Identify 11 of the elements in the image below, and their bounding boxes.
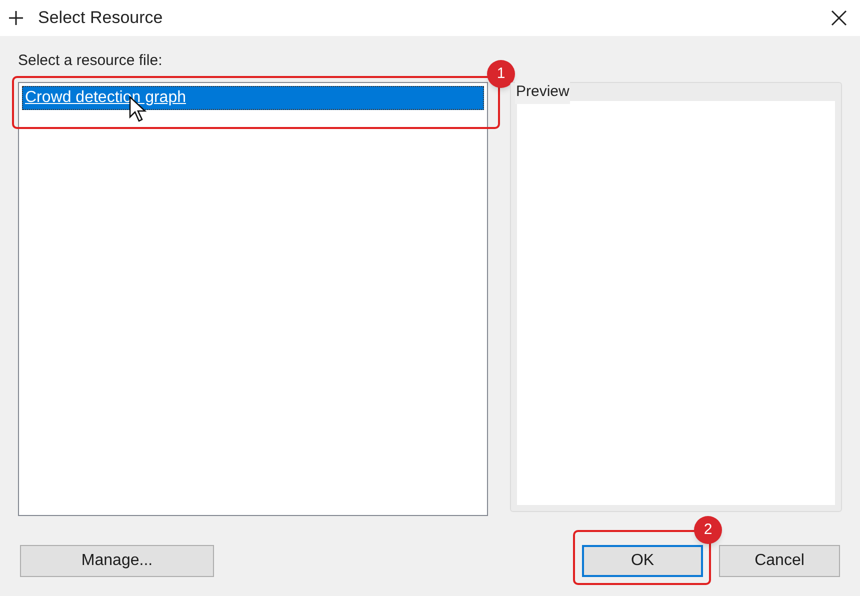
ok-button[interactable]: OK bbox=[582, 545, 703, 577]
callout-badge: 1 bbox=[487, 60, 515, 88]
window-title: Select Resource bbox=[38, 7, 163, 30]
manage-button[interactable]: Manage... bbox=[20, 545, 214, 577]
cancel-button[interactable]: Cancel bbox=[719, 545, 840, 577]
preview-label: Preview bbox=[515, 81, 570, 104]
plus-icon bbox=[8, 10, 24, 26]
callout-badge: 2 bbox=[694, 516, 722, 544]
list-item[interactable]: Crowd detection graph bbox=[22, 86, 484, 110]
close-icon bbox=[831, 10, 847, 26]
prompt-label: Select a resource file: bbox=[18, 51, 164, 71]
